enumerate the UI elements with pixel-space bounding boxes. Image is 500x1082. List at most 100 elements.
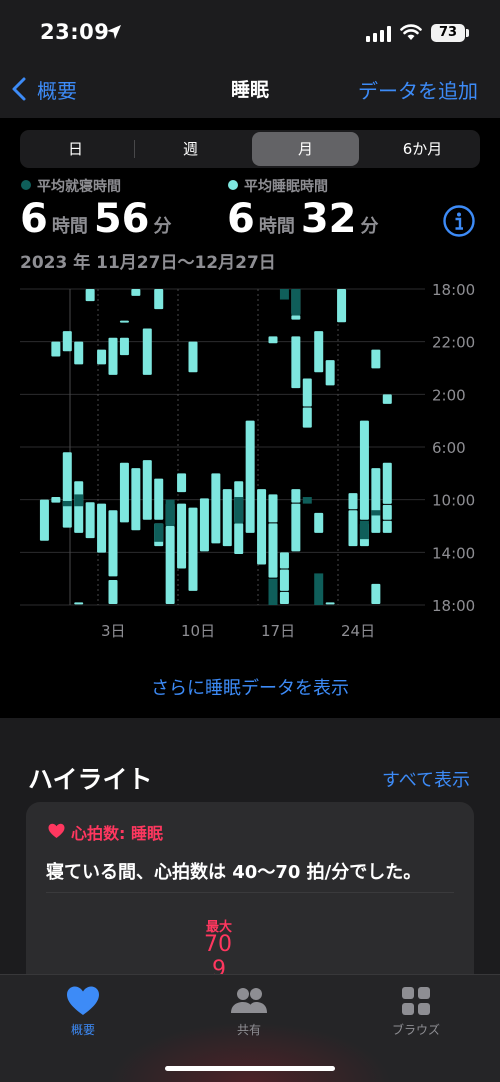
sleep-bar — [279, 552, 289, 569]
sleep-bar — [131, 468, 141, 531]
sleep-bar — [119, 320, 129, 323]
sleep-bar — [359, 420, 369, 520]
cellular-signal-icon — [366, 26, 391, 42]
max-value: 70 — [204, 932, 232, 957]
y-tick-label: 22:00 — [432, 334, 475, 352]
sleep-bar — [348, 510, 358, 547]
sleep-chart[interactable]: 18:00 22:00 2:00 6:00 10:00 14:00 18:00 3日 10日 17… — [0, 282, 500, 652]
segment-week[interactable]: 週 — [137, 132, 244, 166]
sleep-bar — [291, 336, 301, 389]
y-tick-label: 2:00 — [432, 386, 466, 404]
sleep-minutes-unit: 分 — [360, 216, 379, 237]
info-icon[interactable] — [442, 204, 476, 238]
period-segmented-control: 日 週 月 6か月 — [20, 130, 480, 168]
avg-sleep-label: 平均睡眠時間 — [244, 179, 328, 195]
inbed-bar — [314, 573, 324, 605]
inbed-bar — [154, 523, 164, 542]
bedtime-hours-unit: 時間 — [51, 216, 88, 237]
card-divider — [46, 892, 454, 893]
sleep-bar — [177, 503, 187, 569]
sleep-bar — [142, 328, 152, 375]
location-arrow-icon — [107, 25, 121, 39]
sleep-minutes: 32 — [300, 196, 357, 242]
sleep-bar — [119, 337, 129, 356]
nav-bar: 概要 睡眠 データを追加 — [0, 62, 500, 118]
sleep-bar — [348, 493, 358, 510]
sleep-hours-unit: 時間 — [258, 216, 295, 237]
y-tick-label: 10:00 — [432, 492, 475, 510]
sleep-bar — [51, 497, 61, 503]
x-tick-label: 10日 — [181, 622, 215, 640]
sleep-bar — [62, 452, 72, 528]
y-tick-label: 18:00 — [432, 597, 475, 615]
sleep-bar — [188, 341, 198, 373]
segment-6-months[interactable]: 6か月 — [367, 132, 478, 166]
sleep-hours: 6 — [227, 196, 255, 242]
sleep-bar — [314, 331, 324, 373]
see-all-link[interactable]: すべて表示 — [382, 766, 470, 792]
sleep-bar — [165, 526, 175, 604]
sleep-bar — [291, 489, 301, 503]
sleep-bar — [39, 499, 49, 541]
inbed-bar — [268, 578, 278, 605]
sleep-bar — [371, 468, 381, 533]
sleep-bar — [302, 407, 312, 428]
y-tick-label: 18:00 — [432, 282, 475, 299]
tab-sharing[interactable]: 共有 — [199, 985, 299, 1038]
sleep-bar — [211, 473, 221, 544]
battery-indicator: 73 — [431, 24, 465, 42]
avg-sleep-value: 6 時間 32 分 — [227, 196, 385, 242]
tab-browse[interactable]: ブラウズ — [366, 985, 466, 1038]
y-tick-label: 14:00 — [432, 544, 475, 562]
inbed-bar — [165, 499, 175, 526]
sleep-bar — [108, 579, 118, 604]
segment-divider — [134, 140, 135, 158]
x-tick-label: 24日 — [341, 622, 375, 640]
inbed-legend-dot — [21, 180, 31, 190]
sleep-bar — [279, 569, 289, 591]
segment-month[interactable]: 月 — [252, 132, 359, 166]
sleep-bar — [371, 583, 381, 604]
sleep-bar — [245, 420, 255, 533]
bedtime-hours: 6 — [20, 196, 48, 242]
inbed-bar — [62, 500, 72, 507]
x-tick-label: 3日 — [101, 622, 126, 640]
sleep-bar — [257, 489, 267, 565]
tab-summary[interactable]: 概要 — [33, 985, 133, 1038]
sleep-bar — [85, 502, 95, 539]
inbed-bar — [359, 520, 369, 540]
tab-label: 共有 — [236, 1023, 261, 1037]
avg-bedtime-value: 6 時間 56 分 — [20, 196, 178, 242]
bedtime-minutes: 56 — [93, 196, 150, 242]
segment-day[interactable]: 日 — [22, 132, 129, 166]
inbed-bar — [291, 289, 301, 316]
sleep-bar — [382, 462, 392, 504]
sleep-bar — [325, 360, 335, 386]
sleep-bar — [314, 512, 324, 533]
add-data-button[interactable]: データを追加 — [358, 75, 478, 104]
status-bar: 23:09 73 — [0, 0, 500, 62]
sleep-bar — [382, 520, 392, 533]
sleep-bar — [199, 498, 209, 552]
sleep-bar — [108, 337, 118, 375]
sleep-bar — [108, 510, 118, 577]
inbed-bar — [234, 497, 244, 524]
sleep-bar — [62, 331, 72, 352]
sleep-bar — [337, 289, 347, 323]
sleep-bar — [74, 341, 84, 365]
home-indicator — [165, 1066, 335, 1071]
sleep-bar — [74, 602, 84, 605]
card-summary-text: 寝ている間、心拍数は 40〜70 拍/分でした。 — [46, 862, 422, 883]
inbed-bar — [74, 494, 84, 507]
sleep-bar — [119, 462, 129, 523]
sleep-bar — [325, 602, 335, 605]
sleep-bar — [234, 523, 244, 554]
status-time: 23:09 — [40, 20, 110, 44]
show-more-sleep-link[interactable]: さらに睡眠データを表示 — [0, 674, 500, 700]
sleep-bar — [279, 591, 289, 604]
bedtime-minutes-unit: 分 — [153, 216, 172, 237]
sleep-bar — [154, 478, 164, 520]
inbed-bar — [302, 497, 312, 504]
highlights-title: ハイライト — [28, 765, 153, 794]
sleep-bar — [131, 289, 141, 296]
